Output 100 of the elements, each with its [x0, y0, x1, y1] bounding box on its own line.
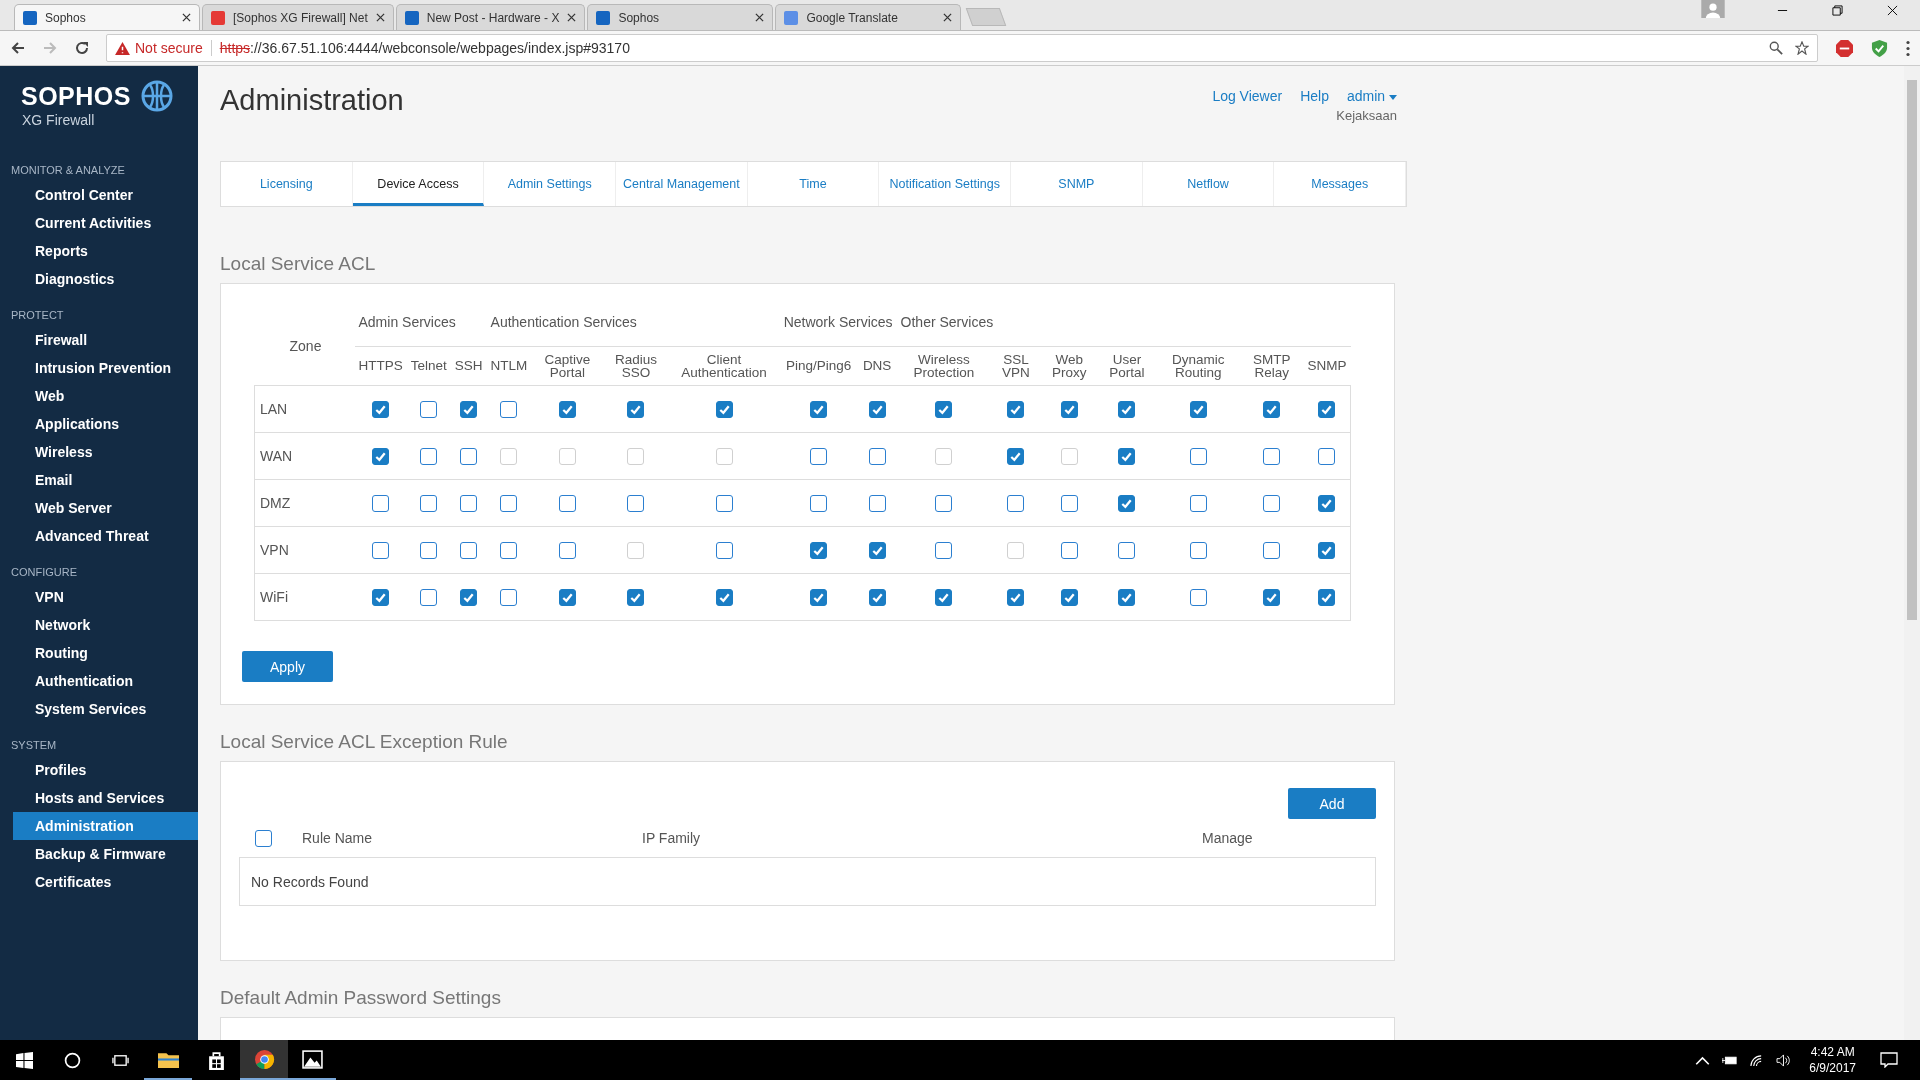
tab[interactable]: Notification Settings: [879, 162, 1012, 206]
sidebar-item[interactable]: Network: [13, 611, 198, 639]
checkbox[interactable]: [1118, 400, 1136, 418]
checkbox[interactable]: [868, 494, 886, 512]
checkbox[interactable]: [1060, 400, 1078, 418]
tab[interactable]: Time: [747, 162, 880, 206]
browser-tab[interactable]: Sophos: [14, 4, 200, 30]
checkbox[interactable]: [1118, 447, 1136, 465]
clock-date[interactable]: 6/9/2017: [1809, 1061, 1856, 1075]
checkbox[interactable]: [1007, 400, 1025, 418]
close-icon[interactable]: [375, 13, 385, 22]
add-button[interactable]: Add: [1288, 788, 1376, 819]
checkbox[interactable]: [558, 494, 576, 512]
sidebar-item[interactable]: Applications: [13, 410, 198, 438]
checkbox[interactable]: [715, 588, 733, 606]
back-arrow-icon[interactable]: [10, 40, 26, 56]
checkbox[interactable]: [715, 400, 733, 418]
checkbox[interactable]: [810, 588, 828, 606]
close-icon[interactable]: [1887, 4, 1898, 16]
checkbox[interactable]: [1118, 541, 1136, 559]
checkbox[interactable]: [500, 588, 518, 606]
checkbox[interactable]: [460, 541, 478, 559]
close-icon[interactable]: [943, 13, 953, 22]
checkbox[interactable]: [1318, 588, 1336, 606]
checkbox[interactable]: [1263, 447, 1281, 465]
checkbox[interactable]: [1318, 400, 1336, 418]
sidebar-item[interactable]: Firewall: [13, 326, 198, 354]
sidebar-item[interactable]: Diagnostics: [13, 265, 198, 293]
checkbox[interactable]: [868, 541, 886, 559]
checkbox[interactable]: [372, 400, 390, 418]
sidebar-item[interactable]: Current Activities: [13, 209, 198, 237]
checkbox[interactable]: [1263, 588, 1281, 606]
checkbox[interactable]: [460, 400, 478, 418]
checkbox[interactable]: [255, 829, 272, 847]
tab[interactable]: Messages: [1274, 162, 1407, 206]
checkbox[interactable]: [1263, 541, 1281, 559]
checkbox[interactable]: [1189, 588, 1207, 606]
sidebar-item[interactable]: Administration: [13, 812, 198, 840]
security-label[interactable]: Not secure: [135, 40, 203, 56]
sidebar-item[interactable]: VPN: [13, 583, 198, 611]
checkbox[interactable]: [372, 541, 390, 559]
checkbox[interactable]: [627, 494, 645, 512]
checkbox[interactable]: [715, 494, 733, 512]
checkbox[interactable]: [935, 400, 953, 418]
search-icon[interactable]: [64, 1051, 81, 1069]
scrollbar-thumb[interactable]: [1907, 80, 1917, 620]
user-menu[interactable]: admin: [1346, 88, 1397, 104]
windows-logo-icon[interactable]: [16, 1051, 33, 1069]
checkbox[interactable]: [500, 541, 518, 559]
sidebar-item[interactable]: Authentication: [13, 667, 198, 695]
checkbox[interactable]: [372, 447, 390, 465]
stop-sign-icon[interactable]: [1836, 39, 1853, 57]
sidebar-item[interactable]: Backup & Firmware: [13, 840, 198, 868]
checkbox[interactable]: [1060, 541, 1078, 559]
checkbox[interactable]: [372, 588, 390, 606]
browser-tab[interactable]: New Post - Hardware - X: [395, 4, 586, 30]
sidebar-item[interactable]: Web Server: [13, 494, 198, 522]
browser-tab[interactable]: [Sophos XG Firewall] Net: [202, 4, 394, 30]
menu-icon[interactable]: [1906, 39, 1910, 57]
close-icon[interactable]: [567, 13, 577, 22]
checkbox[interactable]: [500, 494, 518, 512]
tab[interactable]: Netflow: [1142, 162, 1275, 206]
checkbox[interactable]: [420, 494, 438, 512]
close-icon[interactable]: [182, 13, 191, 22]
header-link[interactable]: Help: [1300, 88, 1329, 104]
checkbox[interactable]: [1318, 541, 1336, 559]
checkbox[interactable]: [1189, 541, 1207, 559]
sidebar-item[interactable]: Routing: [13, 639, 198, 667]
sidebar-item[interactable]: Advanced Threat: [13, 522, 198, 550]
user-icon[interactable]: [1701, 0, 1725, 18]
checkbox[interactable]: [558, 400, 576, 418]
checkbox[interactable]: [715, 541, 733, 559]
apply-button[interactable]: Apply: [242, 651, 333, 682]
notification-icon[interactable]: [1880, 1052, 1898, 1068]
checkbox[interactable]: [1060, 588, 1078, 606]
checkbox[interactable]: [460, 447, 478, 465]
checkbox[interactable]: [372, 494, 390, 512]
checkbox[interactable]: [1263, 494, 1281, 512]
checkbox[interactable]: [627, 588, 645, 606]
taskbar-app[interactable]: [240, 1040, 288, 1080]
checkbox[interactable]: [1118, 494, 1136, 512]
checkbox[interactable]: [1318, 494, 1336, 512]
restore-icon[interactable]: [1832, 4, 1843, 16]
checkbox[interactable]: [1007, 494, 1025, 512]
checkbox[interactable]: [460, 494, 478, 512]
checkbox[interactable]: [1189, 447, 1207, 465]
checkbox[interactable]: [558, 541, 576, 559]
checkbox[interactable]: [868, 447, 886, 465]
checkbox[interactable]: [1118, 588, 1136, 606]
volume-icon[interactable]: [1776, 1053, 1792, 1067]
checkbox[interactable]: [868, 588, 886, 606]
checkbox[interactable]: [420, 541, 438, 559]
checkbox[interactable]: [935, 541, 953, 559]
checkbox[interactable]: [935, 494, 953, 512]
checkbox[interactable]: [1060, 494, 1078, 512]
checkbox[interactable]: [420, 400, 438, 418]
tab[interactable]: Device Access: [352, 162, 485, 206]
browser-tab[interactable]: Sophos: [587, 4, 774, 30]
checkbox[interactable]: [1318, 447, 1336, 465]
checkbox[interactable]: [810, 400, 828, 418]
